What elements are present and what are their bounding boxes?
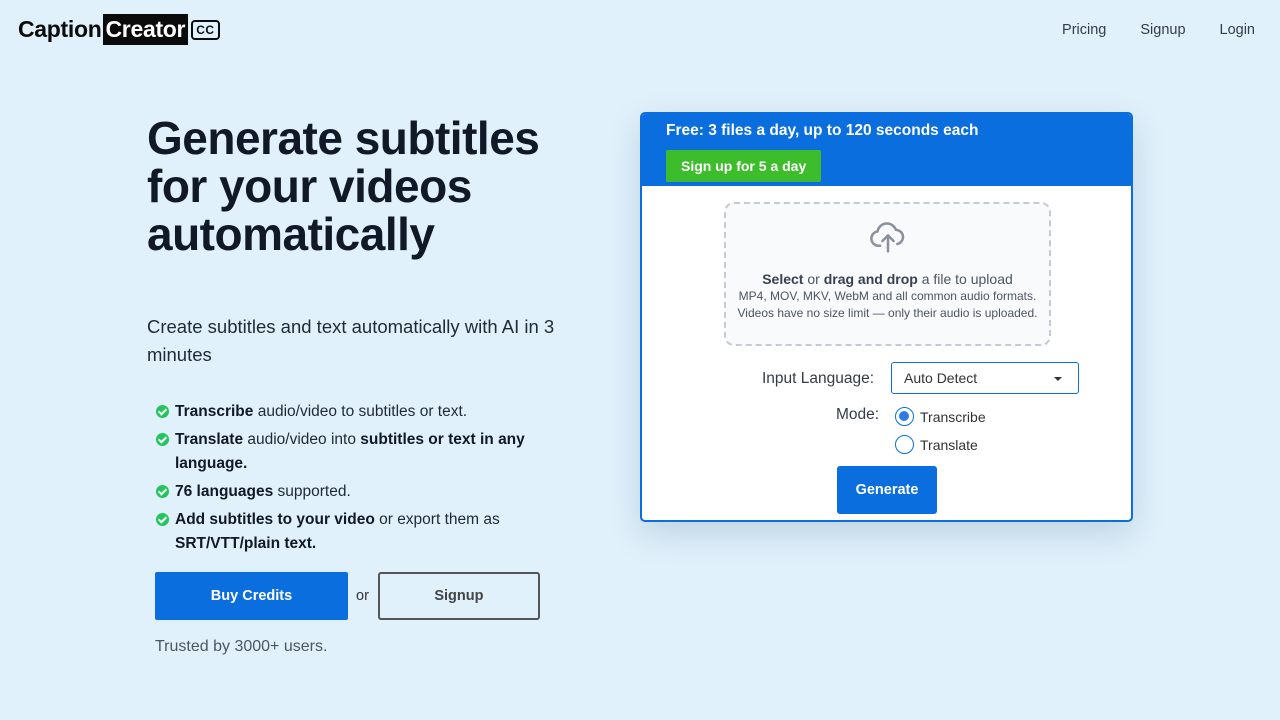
nav-pricing-link[interactable]: Pricing xyxy=(1062,22,1106,38)
check-circle-icon xyxy=(156,405,169,418)
upload-card: Free: 3 files a day, up to 120 seconds e… xyxy=(640,112,1133,522)
feature-item: Transcribe audio/video to subtitles or t… xyxy=(156,400,576,424)
card-header: Free: 3 files a day, up to 120 seconds e… xyxy=(642,114,1131,186)
radio-translate[interactable] xyxy=(895,435,914,454)
input-language-value: Auto Detect xyxy=(904,370,978,386)
logo-word-caption: Caption xyxy=(18,16,102,42)
cc-badge-icon: CC xyxy=(191,19,220,40)
dropzone-formats: MP4, MOV, MKV, WebM and all common audio… xyxy=(738,289,1037,303)
cloud-upload-icon xyxy=(869,222,904,253)
hero-title: Generate subtitles for your videos autom… xyxy=(147,112,540,260)
mode-transcribe-label: Transcribe xyxy=(920,408,986,425)
feature-item: Translate audio/video into subtitles or … xyxy=(156,428,576,476)
mode-translate-label: Translate xyxy=(920,436,978,453)
feature-text: 76 languages supported. xyxy=(175,483,351,500)
feature-text: Transcribe audio/video to subtitles or t… xyxy=(175,403,468,420)
check-circle-icon xyxy=(156,485,169,498)
free-limit-text: Free: 3 files a day, up to 120 seconds e… xyxy=(666,122,979,139)
feature-item: Add subtitles to your video or export th… xyxy=(156,508,576,556)
mode-label: Mode: xyxy=(836,406,880,423)
generate-button[interactable]: Generate xyxy=(837,466,937,514)
input-language-label: Input Language: xyxy=(762,370,875,387)
mode-option-translate[interactable]: Translate xyxy=(895,435,978,454)
cta-row: Buy Credits or Signup xyxy=(155,572,540,620)
trusted-text: Trusted by 3000+ users. xyxy=(155,638,328,655)
nav-signup-link[interactable]: Signup xyxy=(1140,22,1185,38)
upgrade-signup-button[interactable]: Sign up for 5 a day xyxy=(666,150,822,182)
logo[interactable]: Caption Creator CC xyxy=(18,14,220,45)
cta-or-text: or xyxy=(356,588,369,604)
file-dropzone[interactable]: Select or drag and drop a file to upload… xyxy=(724,202,1051,346)
input-language-select[interactable]: Auto Detect xyxy=(891,362,1079,394)
dropzone-note: Videos have no size limit — only their a… xyxy=(737,306,1038,320)
feature-text: Add subtitles to your video or export th… xyxy=(175,511,500,552)
feature-item: 76 languages supported. xyxy=(156,480,576,504)
check-circle-icon xyxy=(156,513,169,526)
signup-button[interactable]: Signup xyxy=(377,572,540,620)
radio-transcribe[interactable] xyxy=(895,407,914,426)
logo-word-creator: Creator xyxy=(102,14,189,45)
dropzone-select-link[interactable]: Select xyxy=(762,271,803,287)
mode-option-transcribe[interactable]: Transcribe xyxy=(895,407,986,426)
feature-list: Transcribe audio/video to subtitles or t… xyxy=(156,400,576,560)
nav-login-link[interactable]: Login xyxy=(1220,22,1255,38)
feature-text: Translate audio/video into subtitles or … xyxy=(175,431,525,472)
check-circle-icon xyxy=(156,433,169,446)
buy-credits-button[interactable]: Buy Credits xyxy=(155,572,348,620)
dropzone-instruction: Select or drag and drop a file to upload xyxy=(762,271,1013,287)
top-nav: Pricing Signup Login xyxy=(1062,22,1255,38)
hero-subtitle: Create subtitles and text automatically … xyxy=(147,316,555,365)
caret-down-icon xyxy=(1054,377,1062,381)
